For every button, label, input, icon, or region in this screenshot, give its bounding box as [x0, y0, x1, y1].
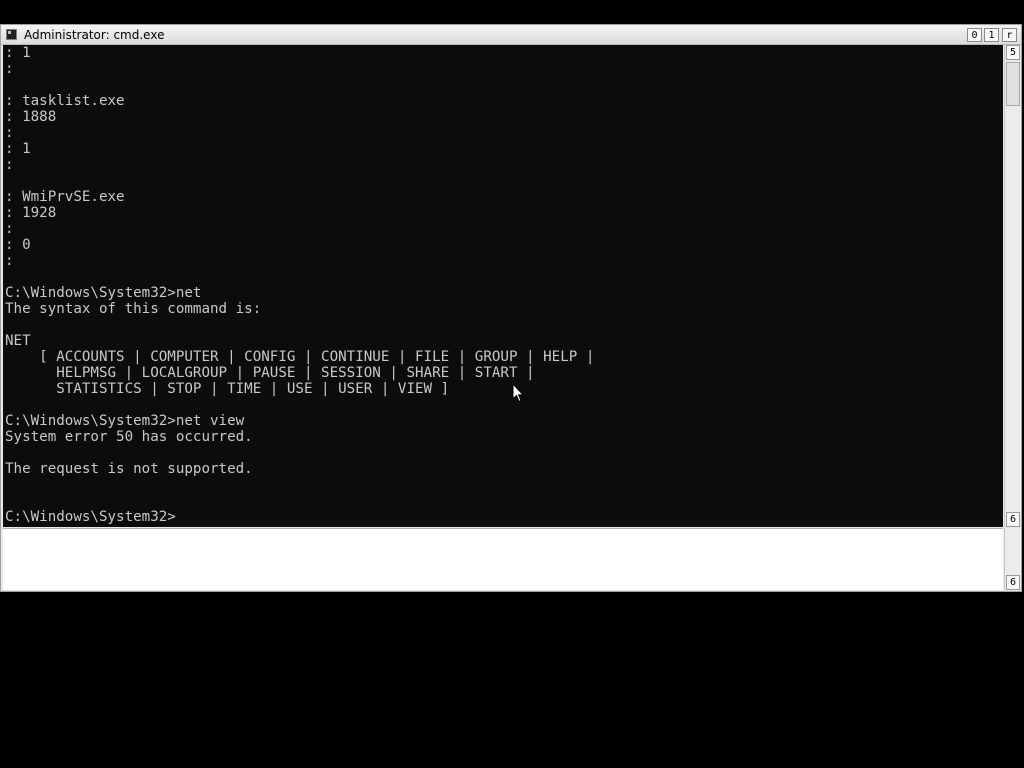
console-line: : 1 [5, 45, 31, 61]
console-line: The request is not supported. [5, 461, 253, 477]
console-line: : WmiPrvSE.exe [5, 189, 125, 205]
console-line: : [5, 61, 14, 77]
title-bar[interactable]: Administrator: cmd.exe 0 1 r [1, 25, 1021, 45]
console-line: : [5, 125, 14, 141]
console-line: HELPMSG | LOCALGROUP | PAUSE | SESSION |… [5, 365, 535, 381]
console-line: C:\Windows\System32>net [5, 285, 202, 301]
console-line: : [5, 221, 14, 237]
mouse-pointer-icon [512, 383, 524, 403]
console-line: STATISTICS | STOP | TIME | USE | USER | … [5, 381, 450, 397]
console-line: System error 50 has occurred. [5, 429, 253, 445]
console-line: : [5, 157, 14, 173]
console-line: : 1888 [5, 109, 57, 125]
cmd-window: Administrator: cmd.exe 0 1 r : 1:: taskl… [0, 24, 1022, 592]
console-line: [ ACCOUNTS | COMPUTER | CONFIG | CONTINU… [5, 349, 595, 365]
console-line: The syntax of this command is: [5, 301, 262, 317]
lower-scrollbar[interactable]: 6 [1004, 528, 1021, 590]
console-output-pane[interactable]: : 1:: tasklist.exe: 1888:: 1:: WmiPrvSE.… [3, 45, 1003, 527]
console-line: : tasklist.exe [5, 93, 125, 109]
console-line: C:\Windows\System32>net view [5, 413, 245, 429]
console-line: : 1928 [5, 205, 57, 221]
console-line: : 1 [5, 141, 31, 157]
window-title: Administrator: cmd.exe [24, 28, 165, 42]
console-line: : [5, 253, 14, 269]
close-button[interactable]: r [1002, 28, 1017, 42]
maximize-button[interactable]: 1 [984, 28, 999, 42]
console-text: : 1:: tasklist.exe: 1888:: 1:: WmiPrvSE.… [3, 45, 594, 525]
cmd-app-icon[interactable] [6, 29, 17, 40]
minimize-button[interactable]: 0 [967, 28, 982, 42]
lower-scroll-down-button[interactable]: 6 [1006, 575, 1020, 590]
scroll-up-button[interactable]: 5 [1006, 45, 1020, 60]
console-line: C:\Windows\System32> [5, 509, 176, 525]
scroll-thumb[interactable] [1006, 62, 1020, 106]
vertical-scrollbar[interactable]: 5 6 [1004, 45, 1021, 527]
lower-pane [3, 528, 1003, 590]
console-line: : 0 [5, 237, 31, 253]
console-line: NET [5, 333, 31, 349]
scroll-down-button[interactable]: 6 [1006, 512, 1020, 527]
